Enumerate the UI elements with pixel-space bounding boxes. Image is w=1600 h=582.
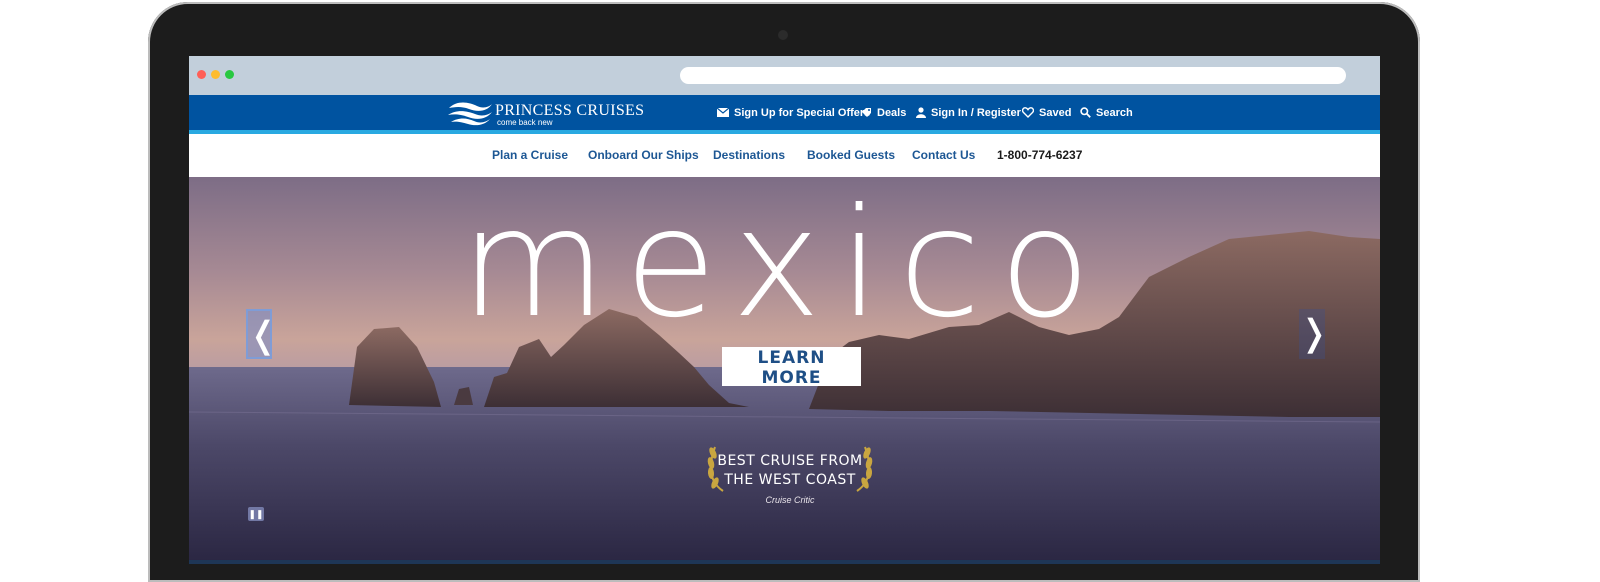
search-link[interactable]: Search	[1080, 95, 1133, 130]
nav-onboard-our-ships[interactable]: Onboard Our Ships	[588, 134, 699, 177]
saved-label: Saved	[1039, 106, 1072, 119]
main-navigation: Plan a Cruise Onboard Our Ships Destinat…	[189, 134, 1380, 177]
phone-number[interactable]: 1-800-774-6237	[997, 134, 1082, 177]
carousel-prev-button[interactable]: ❬	[246, 309, 278, 359]
sign-in-link[interactable]: Sign In / Register	[916, 95, 1021, 130]
browser-chrome	[189, 56, 1380, 95]
maximize-window-button[interactable]	[225, 70, 234, 79]
nav-plan-a-cruise[interactable]: Plan a Cruise	[492, 134, 568, 177]
nav-booked-guests[interactable]: Booked Guests	[807, 134, 895, 177]
hero-title: mexico	[460, 177, 1109, 351]
search-label: Search	[1096, 106, 1133, 119]
deals-label: Deals	[877, 106, 907, 119]
utility-bar: PRINCESS CRUISES come back new Sign Up f…	[189, 95, 1380, 134]
address-bar[interactable]	[680, 67, 1346, 84]
princess-cruises-logo[interactable]: PRINCESS CRUISES come back new	[447, 100, 644, 127]
pause-icon: ❚❚	[248, 509, 264, 519]
heart-icon	[1022, 107, 1034, 118]
carousel-pause-button[interactable]: ❚❚	[248, 507, 264, 521]
deals-link[interactable]: Deals	[861, 95, 906, 130]
special-offers-label: Sign Up for Special Offers	[734, 106, 871, 119]
minimize-window-button[interactable]	[211, 70, 220, 79]
award-source: Cruise Critic	[765, 495, 815, 505]
sign-in-label: Sign In / Register	[931, 106, 1021, 119]
tag-icon	[862, 108, 871, 117]
learn-more-button[interactable]: LEARN MORE	[722, 347, 861, 388]
award-badge: BEST CRUISE FROM THE WEST COAST Cruise C…	[705, 439, 875, 509]
hero-bottom-edge	[189, 560, 1380, 564]
sea-witch-logo-icon	[448, 102, 492, 126]
carousel-next-button[interactable]: ❭	[1299, 309, 1329, 359]
hero-carousel: mexico LEARN MORE ❬ ❭ BEST CRUISE FROM T…	[189, 177, 1380, 564]
user-icon	[916, 107, 926, 118]
nav-destinations[interactable]: Destinations	[713, 134, 785, 177]
nav-contact-us[interactable]: Contact Us	[912, 134, 975, 177]
award-title-line2: THE WEST COAST	[724, 472, 856, 488]
close-window-button[interactable]	[197, 70, 206, 79]
browser-window: PRINCESS CRUISES come back new Sign Up f…	[189, 56, 1380, 564]
camera-icon	[778, 30, 788, 40]
brand-tagline: come back new	[497, 118, 553, 127]
envelope-icon	[717, 108, 729, 117]
saved-link[interactable]: Saved	[1022, 95, 1071, 130]
search-icon	[1080, 107, 1091, 118]
award-title-line1: BEST CRUISE FROM	[717, 453, 863, 469]
special-offers-link[interactable]: Sign Up for Special Offers	[717, 95, 870, 130]
